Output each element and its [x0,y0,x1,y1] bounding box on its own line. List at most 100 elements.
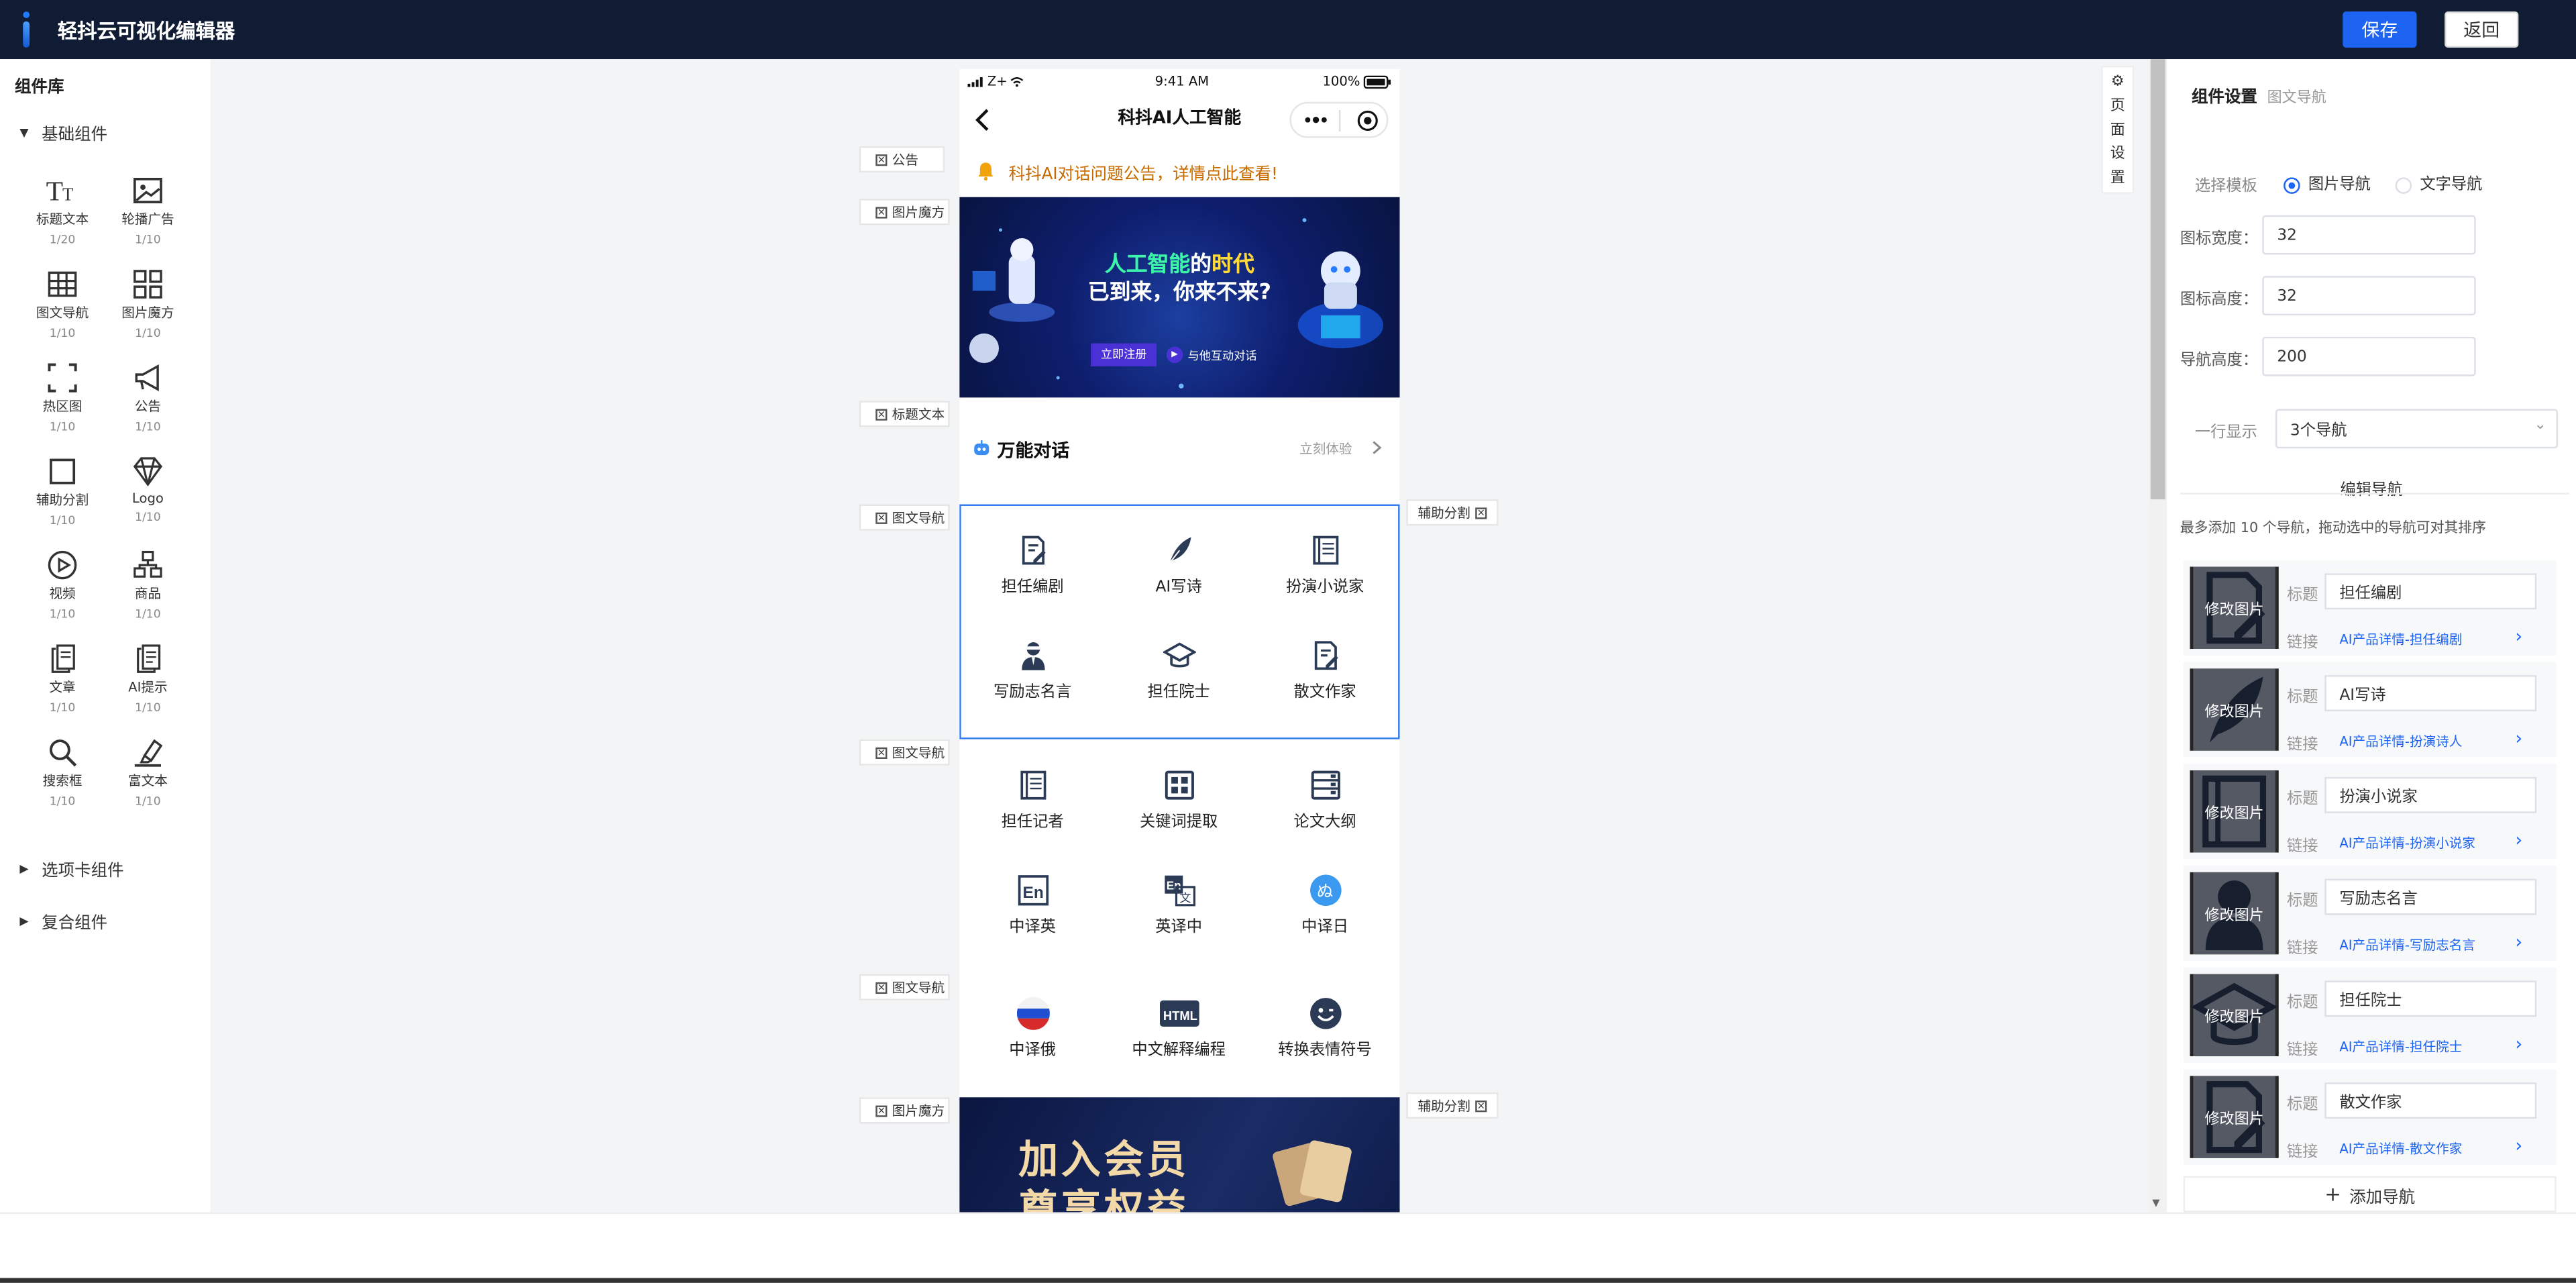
nav-title-input[interactable]: 扮演小说家 [2324,776,2537,813]
nav-item-en-to-zh[interactable]: En 文 英译中 [1106,874,1252,936]
nav-edit-card[interactable]: 修改图片 标题 AI写诗 链接 AI产品详情-扮演诗人 › [2183,662,2557,758]
nav-thumbnail[interactable]: 修改图片 [2190,974,2279,1057]
register-now-button[interactable]: 立即注册 [1091,343,1157,366]
svg-text:En: En [1166,879,1181,892]
nav-title-input[interactable]: AI写诗 [2324,675,2537,711]
nav-item-zh-to-en[interactable]: En 中译英 [959,874,1106,936]
component-video[interactable]: 视频 1/10 [19,549,105,621]
grid-nav-icon [48,271,77,297]
tag-divider[interactable]: 辅助分割 × [1406,1092,1499,1119]
component-product[interactable]: 商品 1/10 [105,549,191,621]
nav-thumbnail[interactable]: 修改图片 [2190,872,2279,955]
chevron-right-icon [1373,441,1382,454]
scroll-down-arrow-icon[interactable]: ▼ [2152,1198,2159,1209]
chevron-right-icon[interactable]: › [2515,727,2522,749]
more-dots-icon[interactable] [1305,117,1328,123]
status-bar: Z+ 9:41 AM 100% [959,69,1399,95]
nav-edit-card[interactable]: 修改图片 标题 担任院士 链接 AI产品详情-担任院士 › [2183,967,2557,1063]
nav-item-code-explain[interactable]: HTML 中文解释编程 [1106,997,1252,1060]
tag-image-text-nav[interactable]: × 图文导航 [859,504,950,531]
canvas-scrollbar[interactable]: ▼ [2149,59,2167,1213]
nav-thumbnail[interactable]: 修改图片 [2190,668,2279,751]
component-divider[interactable]: 辅助分割 1/10 [19,455,105,527]
tag-image-cube[interactable]: × 图片魔方 [859,1097,950,1124]
save-button[interactable]: 保存 [2343,11,2417,48]
svg-text:HTML: HTML [1163,1009,1197,1023]
nav-title-input[interactable]: 写励志名言 [2324,878,2537,915]
svg-text:文: 文 [1179,892,1190,905]
component-title-text[interactable]: TT 标题文本 1/20 [19,174,105,247]
template-option-text[interactable]: 文字导航 [2395,171,2482,194]
component-image-cube[interactable]: 图片魔方 1/10 [105,268,191,340]
nav-link[interactable]: AI产品详情-写励志名言 [2339,936,2475,954]
chevron-right-icon[interactable]: › [2515,931,2522,953]
chevron-right-icon[interactable]: › [2515,626,2522,648]
icon-height-input[interactable]: 32 [2262,276,2476,316]
component-ai-prompt[interactable]: AI提示 1/10 [105,642,191,715]
svg-text:T: T [46,176,63,207]
row-display-label: 一行显示 [2194,423,2257,442]
nav-thumbnail[interactable]: 修改图片 [2190,1076,2279,1158]
nav-link[interactable]: AI产品详情-扮演诗人 [2339,733,2462,751]
tag-divider[interactable]: 辅助分割 × [1406,499,1499,526]
nav-height-input[interactable]: 200 [2262,336,2476,376]
capsule-menu[interactable] [1289,101,1389,138]
component-notice[interactable]: 公告 1/10 [105,362,191,433]
tab-components-group[interactable]: ▶ 选项卡组件 [19,856,123,880]
tag-image-text-nav[interactable]: × 图文导航 [859,739,950,766]
section-title-bar[interactable]: 万能对话 立刻体验 [959,417,1399,480]
tag-image-text-nav[interactable]: × 图文导航 [859,974,950,1000]
component-rich-text[interactable]: 富文本 1/10 [105,736,191,808]
nav-link[interactable]: AI产品详情-扮演小说家 [2339,835,2475,853]
nav-edit-card[interactable]: 修改图片 标题 写励志名言 链接 AI产品详情-写励志名言 › [2183,866,2557,962]
component-image-text-nav[interactable]: 图文导航 1/10 [19,268,105,340]
selected-component-outline [959,504,1400,739]
icon-width-input[interactable]: 32 [2262,215,2476,255]
tag-title-text[interactable]: × 标题文本 [859,401,950,427]
nav-item-emoji-convert[interactable]: 转换表情符号 [1252,997,1398,1060]
nav-title-input[interactable]: 散文作家 [2324,1082,2537,1119]
basic-components-group[interactable]: ▼ 基础组件 [19,120,107,144]
tab-component-settings[interactable]: 组件设置 [2192,89,2257,107]
chevron-right-icon[interactable]: › [2515,829,2522,851]
nav-edit-card[interactable]: 修改图片 标题 扮演小说家 链接 AI产品详情-扮演小说家 › [2183,764,2557,860]
component-hotspot-image[interactable]: 热区图 1/10 [19,362,105,433]
nav-item-journalist[interactable]: 担任记者 [959,769,1106,831]
member-banner-image[interactable]: 加入会员 尊享权益 [959,1097,1400,1213]
component-logo[interactable]: Logo 1/10 [105,455,191,524]
close-box-icon: × [875,981,888,993]
close-target-icon[interactable] [1357,110,1379,132]
template-option-image[interactable]: 图片导航 [2284,171,2371,194]
row-display-select[interactable]: 3个导航 ⌄ [2275,409,2559,449]
nav-link[interactable]: AI产品详情-担任编剧 [2339,631,2462,649]
component-carousel-ad[interactable]: 轮播广告 1/10 [105,174,191,246]
tag-notice[interactable]: × 公告 [859,146,945,173]
chevron-right-icon[interactable]: › [2515,1135,2522,1157]
nav-title-input[interactable]: 担任编剧 [2324,573,2537,610]
nav-item-keyword-extract[interactable]: 关键词提取 [1106,769,1252,831]
nav-thumbnail[interactable]: 修改图片 [2190,566,2279,649]
play-icon: ▶ [1166,346,1183,364]
nav-link[interactable]: AI产品详情-散文作家 [2339,1140,2462,1158]
nav-item-paper-outline[interactable]: 论文大纲 [1252,769,1398,831]
nav-title-input[interactable]: 担任院士 [2324,980,2537,1017]
nav-item-zh-to-ja[interactable]: ぬ 中译日 [1252,874,1398,936]
nav-item-zh-to-ru[interactable]: 中译俄 [959,996,1106,1060]
chevron-right-icon[interactable]: › [2515,1033,2522,1055]
nav-edit-card[interactable]: 修改图片 标题 散文作家 链接 AI产品详情-散文作家 › [2183,1069,2557,1165]
add-nav-button[interactable]: + 添加导航 [2183,1176,2557,1213]
component-article[interactable]: 文章 1/10 [19,642,105,715]
notice-bar[interactable]: 科抖AI对话问题公告，详情点此查看! [959,148,1399,194]
tag-image-cube[interactable]: × 图片魔方 [859,199,950,225]
scrollbar-thumb[interactable] [2150,59,2165,500]
nav-edit-card[interactable]: 修改图片 标题 担任编剧 链接 AI产品详情-担任编剧 › [2183,560,2557,656]
nav-thumbnail[interactable]: 修改图片 [2190,770,2279,853]
component-search-box[interactable]: 搜索框 1/10 [19,736,105,808]
page-settings-button[interactable]: ⚙ 页面设置 [2101,65,2135,194]
composite-components-group[interactable]: ▶ 复合组件 [19,909,107,933]
section-more-link[interactable]: 立刻体验 [1299,440,1352,458]
nav-link[interactable]: AI产品详情-担任院士 [2339,1038,2462,1056]
ai-banner-image[interactable]: 人工智能的时代 已到来，你来不来? 立即注册 ▶ 与他互动对话 [959,197,1400,398]
trophy-cards-illustration [1273,1140,1352,1207]
back-button[interactable]: 返回 [2445,11,2519,48]
